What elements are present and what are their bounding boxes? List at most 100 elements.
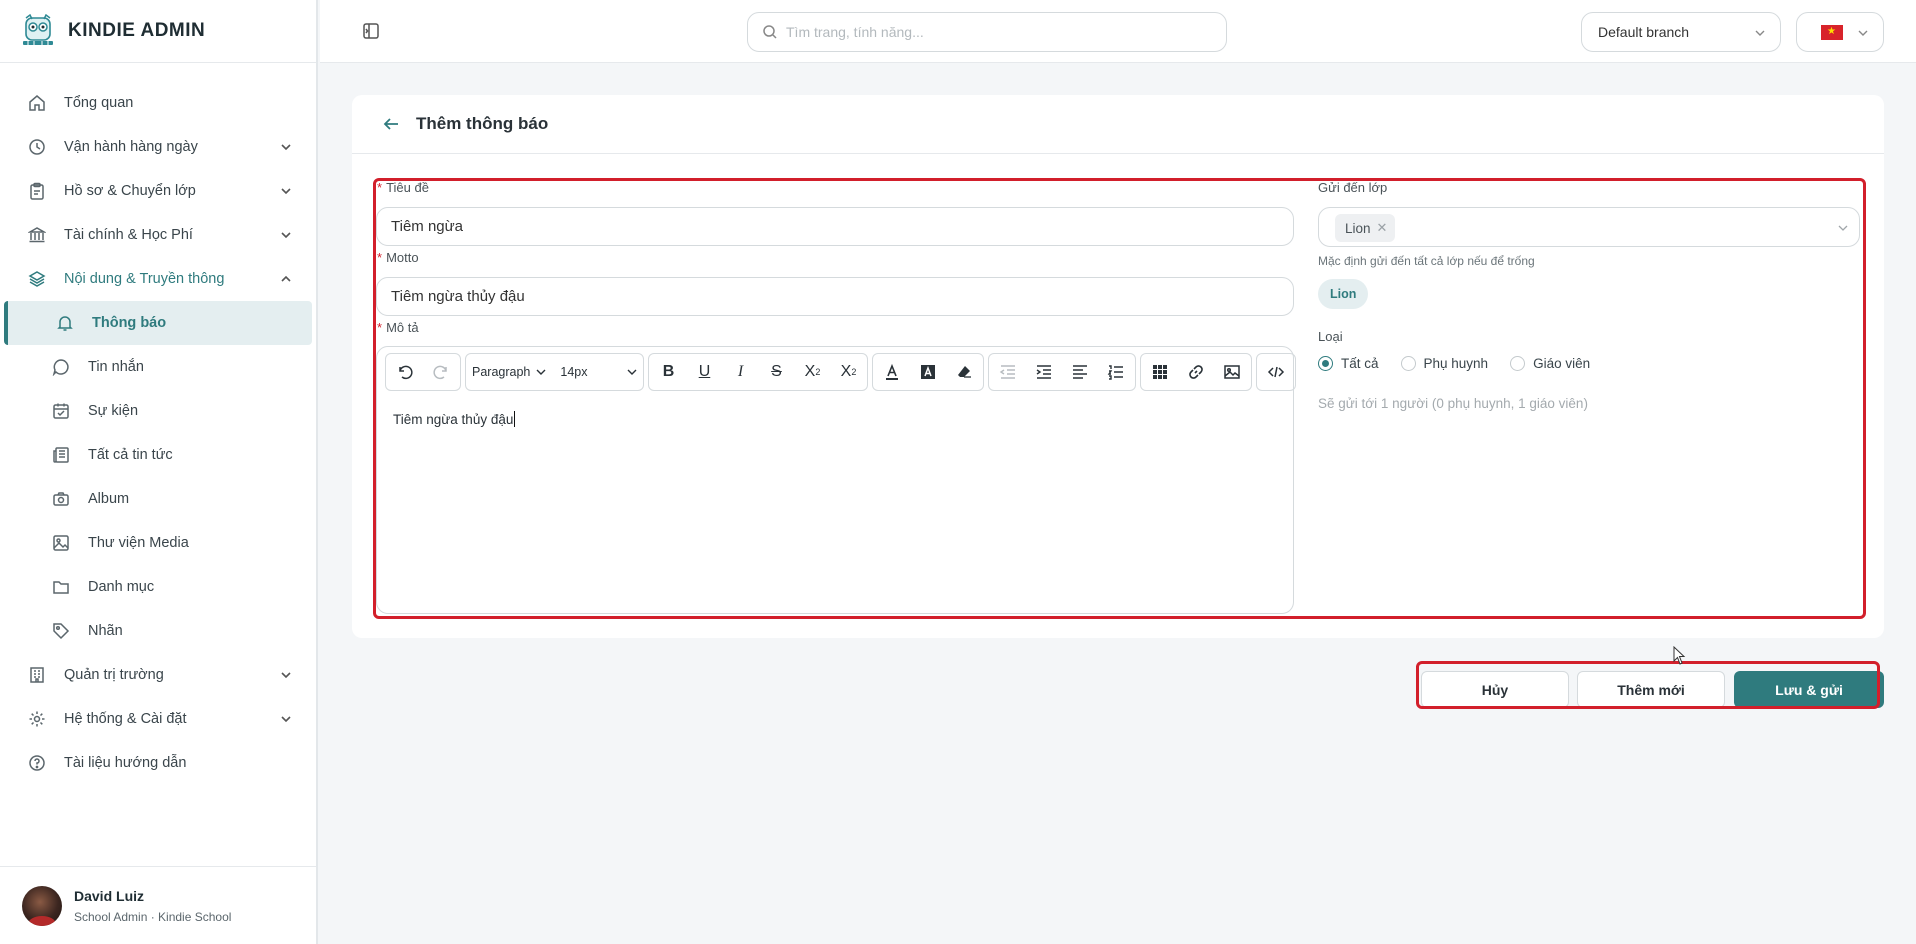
toolbar-group-format: Paragraph 14px <box>465 353 645 391</box>
avatar <box>22 885 62 926</box>
tag-icon <box>53 623 70 640</box>
align-left-icon[interactable] <box>1067 359 1093 385</box>
newspaper-icon <box>53 447 69 463</box>
toolbar-group-text-style: B U I S X2 X2 <box>648 353 869 391</box>
sidebar-subitem-album[interactable]: Album <box>0 477 316 521</box>
rich-text-editor[interactable]: Paragraph 14px B U I S X2 X2 Tiêm ngừa t… <box>376 346 1297 614</box>
toolbar-group-paragraph <box>988 353 1137 391</box>
table-icon[interactable] <box>1147 359 1173 385</box>
indent-icon[interactable] <box>1031 359 1057 385</box>
sidebar-item-label: Tổng quan <box>64 95 134 111</box>
sidebar-item-label: Tài liệu hướng dẫn <box>64 755 187 771</box>
editor-content[interactable]: Tiêm ngừa thủy đậu <box>393 411 516 427</box>
sidebar-item-label: Nội dung & Truyền thông <box>64 271 225 287</box>
send-to-hint: Mặc định gửi đến tất cả lớp nếu để trống <box>1318 254 1535 268</box>
toolbar-group-color <box>872 353 985 391</box>
motto-input[interactable] <box>376 277 1294 316</box>
sidebar-item-school-admin[interactable]: Quản trị trường <box>0 653 316 697</box>
insert-image-icon[interactable] <box>1219 359 1245 385</box>
bold-icon[interactable]: B <box>655 359 681 385</box>
radio-unchecked[interactable] <box>1400 356 1416 371</box>
motto-label: * Motto <box>377 250 419 265</box>
sidebar-item-label: Album <box>88 491 130 507</box>
sidebar-toggle-icon[interactable] <box>362 22 380 40</box>
image-icon <box>53 535 69 551</box>
sidebar-item-label: Hệ thống & Cài đặt <box>64 711 187 727</box>
sidebar-subitem-events[interactable]: Sự kiện <box>0 389 316 433</box>
sidebar-item-docs[interactable]: Tài liệu hướng dẫn <box>0 741 316 785</box>
eraser-icon[interactable] <box>951 359 977 385</box>
type-radio-group: Tất cả Phụ huynh Giáo viên <box>1318 356 1590 371</box>
type-radio-all[interactable]: Tất cả <box>1318 356 1379 371</box>
redo-icon[interactable] <box>428 359 454 385</box>
sidebar-item-content[interactable]: Nội dung & Truyền thông <box>0 257 316 301</box>
chevron-down-icon <box>1858 30 1868 36</box>
underline-icon[interactable]: U <box>691 359 717 385</box>
italic-icon[interactable]: I <box>727 359 753 385</box>
save-and-send-button[interactable]: Lưu & gửi <box>1734 671 1884 708</box>
sidebar-subitem-messages[interactable]: Tin nhắn <box>0 345 316 389</box>
superscript-icon[interactable]: X2 <box>835 359 861 385</box>
sidebar-item-records[interactable]: Hồ sơ & Chuyển lớp <box>0 169 316 213</box>
search-icon <box>763 25 777 39</box>
highlight-color-icon[interactable] <box>915 359 941 385</box>
ordered-list-icon[interactable] <box>1103 359 1129 385</box>
user-role: School Admin · Kindie School <box>74 909 232 924</box>
home-icon <box>29 95 45 111</box>
sidebar-item-daily-operations[interactable]: Vận hành hàng ngày <box>0 125 316 169</box>
language-select[interactable]: ★ <box>1796 12 1884 52</box>
code-view-icon[interactable] <box>1263 359 1289 385</box>
text-color-icon[interactable] <box>879 359 905 385</box>
branch-select-value: Default branch <box>1598 24 1690 40</box>
cancel-button[interactable]: Hủy <box>1421 671 1569 708</box>
selected-class-chip[interactable]: Lion ✕ <box>1335 214 1396 242</box>
font-size-select[interactable]: 14px <box>560 365 637 379</box>
chevron-down-icon <box>281 672 291 679</box>
help-circle-icon <box>29 755 45 771</box>
radio-unchecked[interactable] <box>1510 356 1526 371</box>
chevron-down-icon <box>281 716 291 723</box>
branch-select[interactable]: Default branch <box>1581 12 1781 52</box>
search-input[interactable] <box>786 24 1206 40</box>
class-tag: Lion <box>1318 279 1369 309</box>
sidebar-item-system-settings[interactable]: Hệ thống & Cài đặt <box>0 697 316 741</box>
gear-icon <box>29 711 45 727</box>
type-radio-teachers[interactable]: Giáo viên <box>1510 356 1590 371</box>
link-icon[interactable] <box>1183 359 1209 385</box>
camera-icon <box>53 492 69 506</box>
sidebar-subitem-all-news[interactable]: Tất cả tin tức <box>0 433 316 477</box>
strikethrough-icon[interactable]: S <box>763 359 789 385</box>
outdent-icon[interactable] <box>995 359 1021 385</box>
toolbar-group-code <box>1256 353 1297 391</box>
class-select[interactable]: Lion ✕ <box>1318 207 1860 247</box>
remove-chip-icon[interactable]: ✕ <box>1377 220 1388 236</box>
user-profile[interactable]: David Luiz School Admin · Kindie School <box>0 866 316 944</box>
sidebar-subitem-categories[interactable]: Danh mục <box>0 565 316 609</box>
sidebar-item-label: Quản trị trường <box>64 667 164 683</box>
sidebar-item-label: Thư viện Media <box>88 535 189 551</box>
sidebar-item-label: Nhãn <box>88 623 123 639</box>
sidebar-subitem-tags[interactable]: Nhãn <box>0 609 316 653</box>
layers-icon <box>28 271 46 287</box>
type-radio-parents[interactable]: Phụ huynh <box>1400 356 1488 371</box>
brand[interactable]: KINDIE ADMIN <box>0 0 316 63</box>
radio-checked[interactable] <box>1318 356 1333 371</box>
back-arrow-icon[interactable] <box>382 115 400 133</box>
chevron-down-icon <box>536 369 546 375</box>
card-header: Thêm thông báo <box>352 95 1884 154</box>
owl-logo-icon <box>23 14 53 46</box>
search-box[interactable] <box>747 12 1227 52</box>
block-format-select[interactable]: Paragraph <box>472 365 546 379</box>
sidebar-subitem-announcements[interactable]: Thông báo <box>4 301 312 345</box>
sidebar-subitem-media-library[interactable]: Thư viện Media <box>0 521 316 565</box>
title-input[interactable] <box>376 207 1294 246</box>
chevron-down-icon <box>1838 225 1848 231</box>
message-icon <box>52 359 69 376</box>
send-to-class-label: Gửi đến lớp <box>1318 180 1388 195</box>
add-new-button[interactable]: Thêm mới <box>1577 671 1725 708</box>
clock-icon <box>29 139 45 155</box>
sidebar-item-overview[interactable]: Tổng quan <box>0 81 316 125</box>
undo-icon[interactable] <box>392 359 418 385</box>
sidebar-item-finance[interactable]: Tài chính & Học Phí <box>0 213 316 257</box>
subscript-icon[interactable]: X2 <box>799 359 825 385</box>
